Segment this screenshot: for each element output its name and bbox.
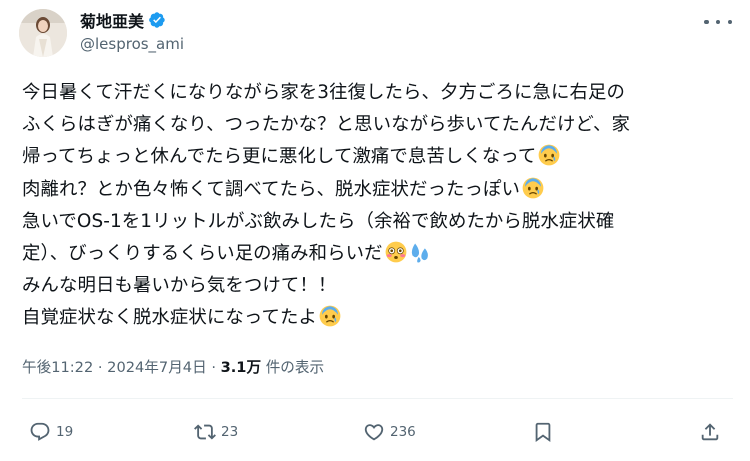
tweet-text: 今日暑くて汗だくになりながら家を3往復したら、夕方ごろに急に右足の ふくらはぎが… [22, 77, 734, 335]
like-count: 236 [390, 424, 416, 440]
meta-separator: · [211, 359, 216, 376]
more-horizontal-icon[interactable] [704, 12, 732, 32]
sweat-droplets-emoji [411, 243, 428, 263]
anxious-face-emoji [539, 144, 560, 166]
action-bar: 19 23 236 [0, 414, 750, 450]
avatar-image [19, 9, 67, 57]
tweet-line: 定）、びっくりするくらい足の痛み和らいだ [22, 238, 734, 270]
bookmark-icon [535, 422, 551, 443]
display-name[interactable]: 菊地亜美 [80, 8, 144, 32]
share-icon [701, 423, 719, 441]
tweet-line: みんな明日も暑いから気をつけて！！ [22, 275, 337, 297]
tweet-line: 急いでOS-1を1リットルがぶ飲みしたら（余裕で飲めたから脱水症状確 [22, 210, 615, 232]
tweet-card: 菊地亜美 @lespros_ami 今日暑くて汗だくになりながら家を3往復したら… [0, 0, 750, 461]
view-count: 3.1万 [220, 359, 262, 376]
share-button[interactable] [699, 414, 721, 450]
tweet-meta: 午後11:22 · 2024年7月4日 · 3.1万 件の表示 [22, 356, 324, 377]
retweet-count: 23 [221, 424, 239, 440]
reply-icon [30, 422, 50, 441]
avatar[interactable] [19, 9, 67, 57]
retweet-button[interactable]: 23 [194, 414, 238, 450]
handle[interactable]: @lespros_ami [80, 35, 184, 53]
retweet-icon [194, 424, 216, 440]
flushed-face-emoji [385, 241, 407, 263]
reply-button[interactable]: 19 [29, 414, 73, 450]
heart-icon [364, 424, 384, 441]
author-block: 菊地亜美 @lespros_ami [80, 9, 184, 53]
bookmark-button[interactable] [532, 414, 554, 450]
tweet-date[interactable]: 2024年7月4日 [107, 359, 207, 376]
tweet-line: 今日暑くて汗だくになりながら家を3往復したら、夕方ごろに急に右足の [22, 82, 625, 103]
like-button[interactable]: 236 [363, 414, 416, 450]
tweet-time[interactable]: 午後11:22 [22, 359, 93, 376]
tweet-line: ふくらはぎが痛くなり、つったかな？と思いながら歩いてたんだけど、家 [22, 114, 630, 136]
anxious-face-emoji [522, 177, 544, 198]
reply-count: 19 [56, 424, 74, 440]
anxious-face-emoji [319, 305, 341, 327]
tweet-line: 自覚症状なく脱水症状になってたよ [22, 302, 734, 334]
tweet-line: 帰ってちょっと休んでたら更に悪化して激痛で息苦しくなって [22, 141, 734, 173]
divider [22, 398, 733, 399]
meta-separator: · [97, 359, 103, 376]
verified-badge-icon [149, 12, 165, 28]
view-count-label: 件の表示 [265, 359, 325, 376]
tweet-line: 肉離れ？とか色々怖くて調べてたら、脱水症状だったっぽい [22, 174, 734, 206]
